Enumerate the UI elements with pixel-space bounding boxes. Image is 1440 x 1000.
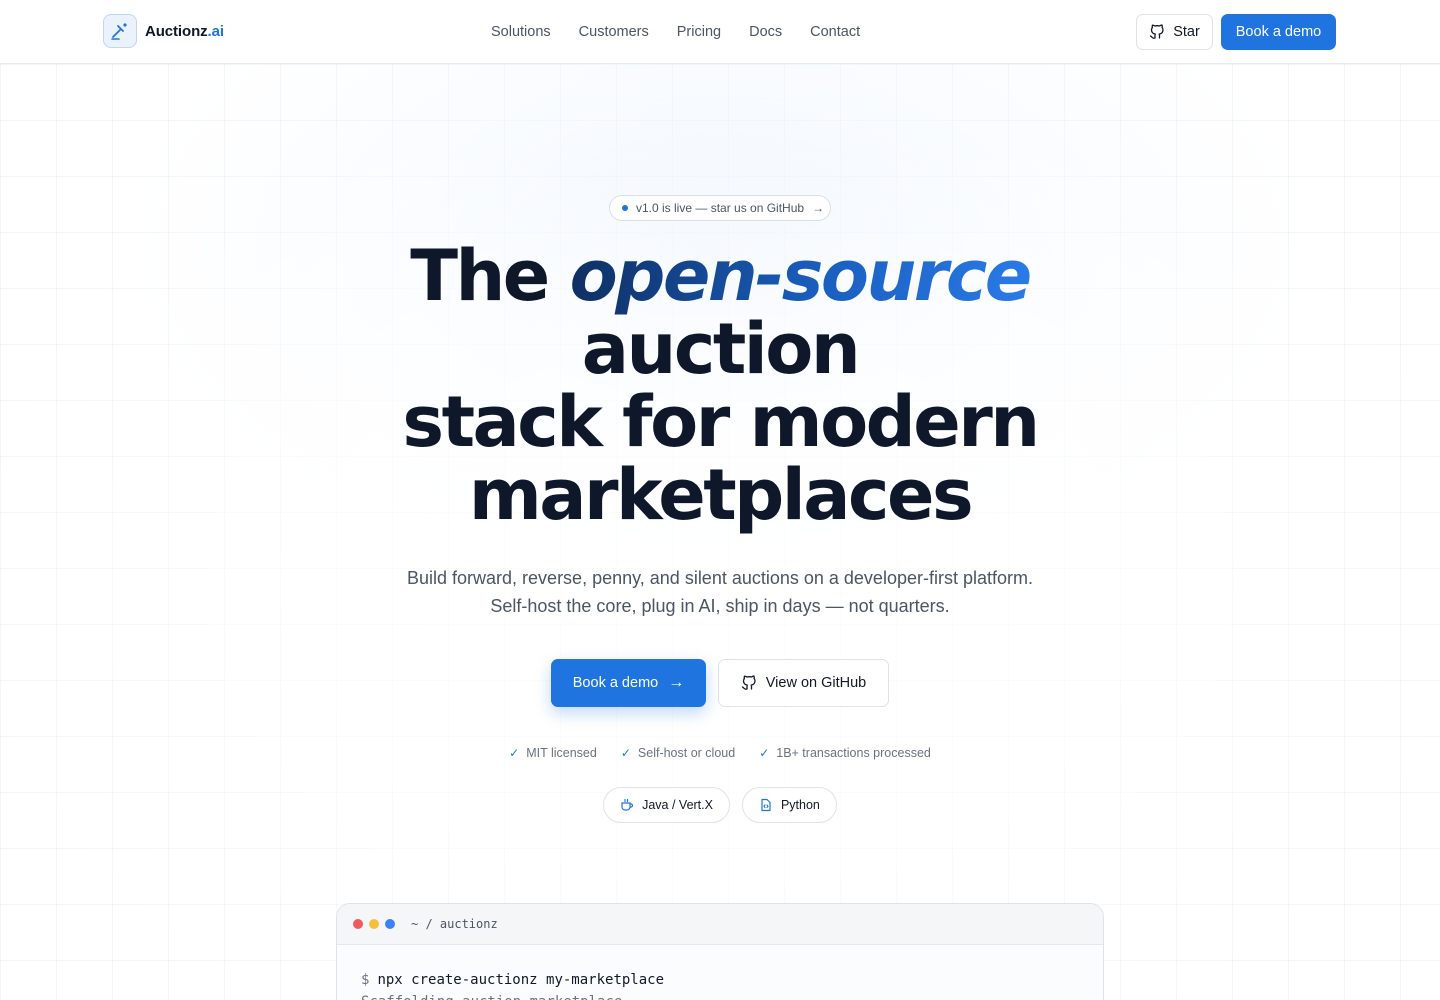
hero-subtitle: Build forward, reverse, penny, and silen… — [360, 564, 1080, 620]
subtitle-line-1: Build forward, reverse, penny, and silen… — [407, 568, 1033, 588]
window-dot-red — [353, 919, 363, 929]
code-file-icon — [761, 798, 771, 812]
window-dot-yellow — [369, 919, 379, 929]
nav-link-pricing[interactable]: Pricing — [677, 22, 721, 42]
chip-label: Java / Vert.X — [642, 798, 713, 812]
checkmark-icon: ✓ — [620, 746, 631, 760]
checkmark-icon: ✓ — [509, 746, 520, 760]
terminal-window: ~ / auctionz $ npx create-auctionz my-mar… — [336, 903, 1104, 1000]
check-item: ✓ 1B+ transactions processed — [759, 746, 931, 760]
headline-line-4: marketplaces — [468, 454, 974, 536]
check-item: ✓ Self-host or cloud — [621, 746, 735, 760]
chip-label: Python — [780, 798, 820, 812]
feature-checks: ✓ MIT licensed ✓ Self-host or cloud ✓ 1B… — [0, 746, 1440, 760]
coffee-cup-icon — [621, 798, 634, 811]
headline-prefix: The — [410, 235, 550, 317]
brand-logo[interactable]: Auctionz.ai — [103, 14, 224, 48]
headline-line-3: stack for modern — [402, 381, 1040, 463]
check-label: MIT licensed — [526, 746, 597, 760]
arrow-right-icon: → — [668, 674, 685, 691]
top-navbar: Auctionz.ai Solutions Customers Pricing … — [0, 0, 1440, 64]
sdk-chips: Java / Vert.X Python — [0, 787, 1440, 823]
status-dot — [622, 205, 628, 211]
gavel-icon — [103, 14, 137, 48]
headline-accent: open-source — [569, 235, 1033, 317]
primary-nav: Solutions Customers Pricing Docs Contact — [491, 22, 888, 42]
nav-link-solutions[interactable]: Solutions — [491, 22, 551, 42]
check-label: Self-host or cloud — [637, 746, 736, 760]
brand-name: Auctionz.ai — [145, 22, 224, 40]
checkmark-icon: ✓ — [759, 746, 770, 760]
nav-link-docs[interactable]: Docs — [749, 22, 782, 42]
window-dot-blue — [385, 919, 395, 929]
headline-line-2: auction — [581, 308, 861, 390]
terminal-command: npx create-auctionz my-marketplace — [377, 972, 665, 988]
terminal-command-line: $ npx create-auctionz my-marketplace — [361, 969, 1079, 991]
terminal-prompt: $ — [361, 972, 370, 988]
github-icon — [1150, 24, 1164, 39]
hero-headline: The open-source auction stack for modern… — [300, 240, 1140, 532]
github-star-button[interactable]: Star — [1136, 14, 1213, 50]
terminal-output-line: Scaffolding auction marketplace... — [361, 991, 1079, 1000]
terminal-path: ~ / auctionz — [411, 917, 498, 931]
nav-link-customers[interactable]: Customers — [579, 22, 649, 42]
hero-section: v1.0 is live — star us on GitHub → The o… — [0, 64, 1440, 1000]
view-github-label: View on GitHub — [765, 675, 867, 691]
check-item: ✓ MIT licensed — [509, 746, 597, 760]
check-label: 1B+ transactions processed — [776, 746, 931, 760]
release-badge-text: v1.0 is live — star us on GitHub — [636, 201, 805, 215]
github-icon — [741, 675, 756, 690]
release-badge[interactable]: v1.0 is live — star us on GitHub → — [609, 195, 831, 221]
nav-link-contact[interactable]: Contact — [810, 22, 860, 42]
terminal-titlebar: ~ / auctionz — [337, 904, 1103, 945]
subtitle-line-2: Self-host the core, plug in AI, ship in … — [490, 596, 950, 616]
arrow-right-icon: → — [812, 201, 825, 215]
book-demo-button-nav[interactable]: Book a demo — [1221, 14, 1336, 50]
terminal-body: $ npx create-auctionz my-marketplace Scaf… — [337, 945, 1103, 1000]
chip-java[interactable]: Java / Vert.X — [603, 787, 730, 823]
view-github-button[interactable]: View on GitHub — [718, 659, 889, 707]
chip-python[interactable]: Python — [741, 787, 837, 823]
star-label: Star — [1173, 24, 1200, 40]
book-demo-label: Book a demo — [572, 675, 659, 691]
book-demo-button-hero[interactable]: Book a demo → — [551, 659, 706, 707]
